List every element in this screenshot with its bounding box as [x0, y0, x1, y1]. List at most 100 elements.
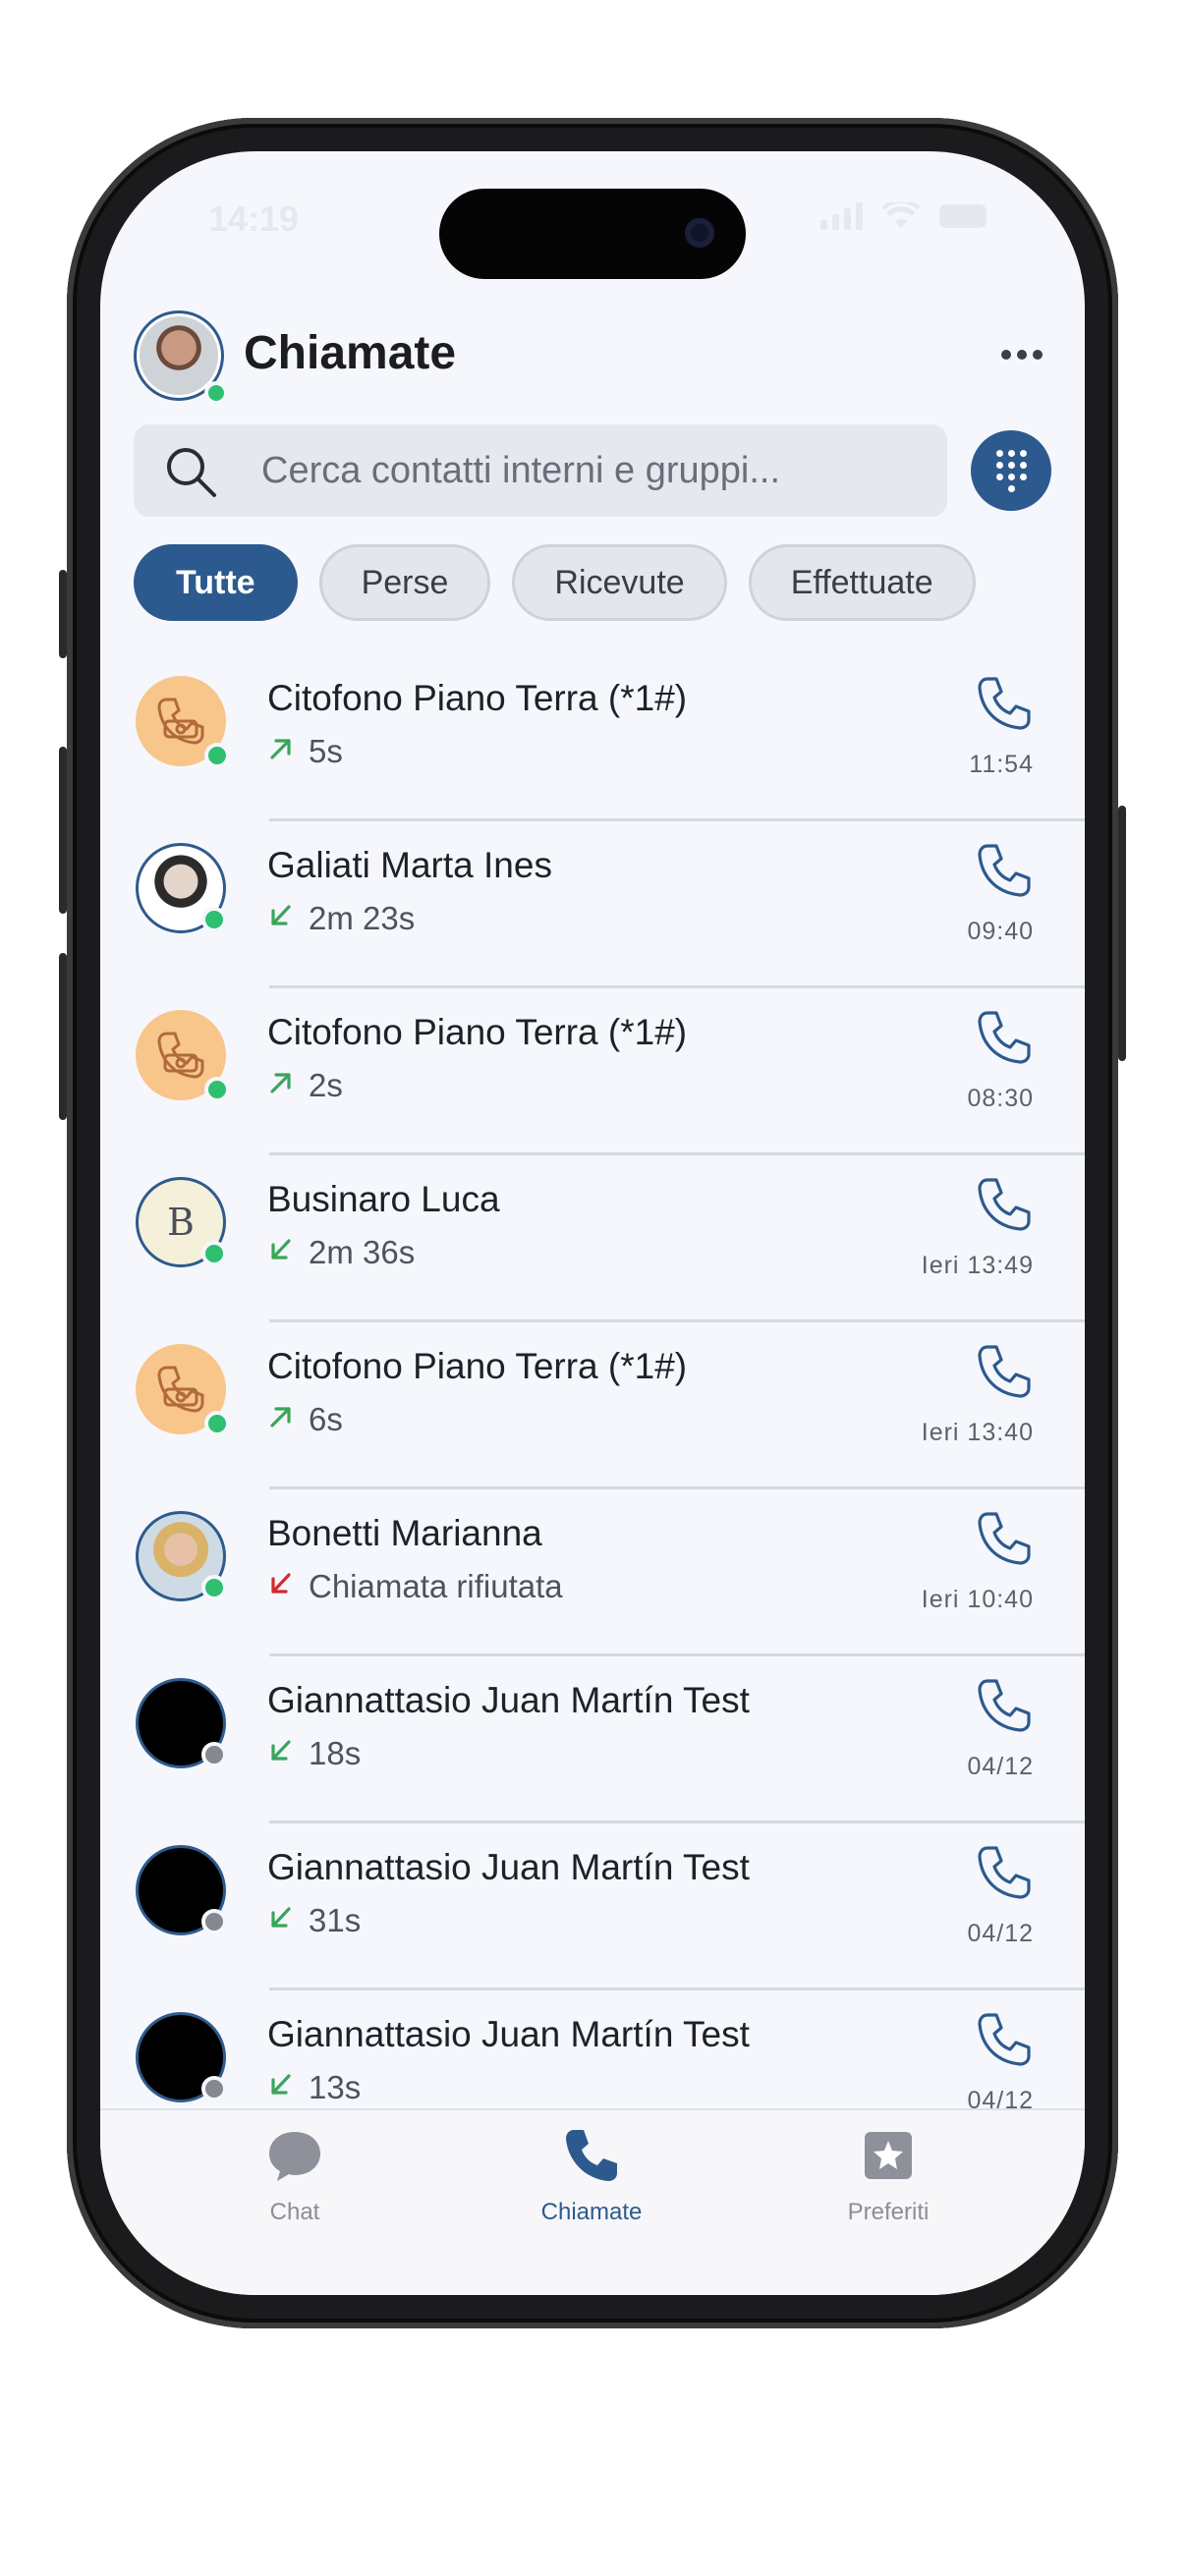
contact-avatar[interactable]: [136, 676, 230, 768]
call-duration: 13s: [309, 2069, 362, 2105]
call-back-icon[interactable]: [973, 1340, 1036, 1403]
rejected-arrow-icon: [267, 1568, 295, 1605]
filter-chips: Tutte Perse Ricevute Effettuate: [134, 544, 976, 621]
app-screen: 14:19 Chiamate Cerca contatti interni e …: [100, 151, 1085, 2295]
outgoing-arrow-icon: [267, 1067, 295, 1104]
call-back-icon[interactable]: [973, 1674, 1036, 1737]
incoming-arrow-icon: [267, 2069, 295, 2106]
call-back-icon[interactable]: [973, 1841, 1036, 1904]
call-row[interactable]: Citofono Piano Terra (*1#) 2s 08:30: [100, 988, 1085, 1155]
call-back-icon[interactable]: [973, 1173, 1036, 1236]
call-row[interactable]: Giannattasio Juan Martín Test 18s 04/12: [100, 1656, 1085, 1823]
contact-name: Citofono Piano Terra (*1#): [267, 678, 688, 718]
call-time: 04/12: [967, 2087, 1034, 2108]
signal-icon: [820, 202, 863, 230]
call-back-icon[interactable]: [973, 839, 1036, 902]
call-row[interactable]: Giannattasio Juan Martín Test 31s 04/12: [100, 1823, 1085, 1990]
tab-favorites[interactable]: Preferiti: [790, 2124, 987, 2226]
call-time: 11:54: [969, 751, 1034, 778]
call-row[interactable]: Citofono Piano Terra (*1#) 5s 11:54: [100, 654, 1085, 821]
contact-name: Citofono Piano Terra (*1#): [267, 1346, 688, 1386]
filter-all[interactable]: Tutte: [134, 544, 298, 621]
contact-avatar[interactable]: [136, 1678, 227, 1768]
call-detail: 6s: [267, 1401, 343, 1438]
dialpad-icon: [995, 449, 1027, 492]
call-duration: 6s: [309, 1401, 343, 1437]
phone-icon: [566, 2130, 617, 2181]
call-duration: 2m 36s: [309, 1234, 416, 1270]
call-time: Ieri 13:49: [921, 1252, 1034, 1279]
call-back-icon[interactable]: [973, 1507, 1036, 1570]
contact-avatar[interactable]: B: [136, 1177, 227, 1267]
status-time: 14:19: [208, 198, 300, 239]
contact-name: Citofono Piano Terra (*1#): [267, 1012, 688, 1052]
filter-missed[interactable]: Perse: [318, 544, 491, 621]
call-time: 09:40: [967, 918, 1034, 945]
more-options-icon[interactable]: [992, 330, 1051, 379]
contact-avatar[interactable]: [136, 1511, 227, 1601]
call-duration: 5s: [309, 733, 343, 769]
mute-switch: [59, 570, 67, 658]
tab-calls[interactable]: Chiamate: [493, 2124, 690, 2226]
call-row[interactable]: Citofono Piano Terra (*1#) 6s Ieri 13:40: [100, 1322, 1085, 1489]
user-avatar[interactable]: [134, 310, 228, 405]
presence-dot: [204, 1411, 230, 1436]
tab-bar: Chat Chiamate Preferiti: [100, 2108, 1085, 2295]
call-detail: 31s: [267, 1902, 361, 1939]
call-time: 08:30: [967, 1085, 1034, 1112]
filter-outgoing[interactable]: Effettuate: [748, 544, 976, 621]
call-row[interactable]: B Businaro Luca 2m 36s Ieri 13:49: [100, 1155, 1085, 1322]
camera-icon: [685, 218, 714, 248]
contact-avatar[interactable]: [136, 1344, 230, 1436]
call-back-icon[interactable]: [973, 672, 1036, 735]
call-time: Ieri 10:40: [921, 1586, 1034, 1613]
call-row[interactable]: Giannattasio Juan Martín Test 13s 04/12: [100, 1990, 1085, 2108]
presence-dot: [201, 1575, 227, 1600]
call-detail: 2m 36s: [267, 1234, 415, 1271]
call-back-icon[interactable]: [973, 2008, 1036, 2071]
tab-calls-label: Chiamate: [540, 2199, 643, 2225]
call-time: 04/12: [967, 1920, 1034, 1947]
intercom-icon: [157, 1032, 204, 1079]
phone-frame: 14:19 Chiamate Cerca contatti interni e …: [59, 118, 1126, 2328]
tab-chat[interactable]: Chat: [197, 2124, 393, 2226]
contact-name: Giannattasio Juan Martín Test: [267, 1680, 750, 1720]
call-duration: Chiamata rifiutata: [309, 1568, 563, 1604]
presence-dot: [201, 1241, 227, 1266]
tab-chat-label: Chat: [269, 2199, 320, 2225]
contact-avatar[interactable]: [136, 843, 227, 933]
contact-name: Businaro Luca: [267, 1179, 500, 1219]
call-row[interactable]: Galiati Marta Ines 2m 23s 09:40: [100, 821, 1085, 988]
presence-dot: [201, 907, 227, 932]
call-detail: 2m 23s: [267, 900, 415, 937]
call-detail: 2s: [267, 1067, 343, 1104]
dialpad-button[interactable]: [971, 430, 1051, 511]
contact-avatar[interactable]: [136, 2012, 227, 2102]
call-back-icon[interactable]: [973, 1006, 1036, 1069]
presence-dot: [201, 1742, 227, 1767]
search-icon: [167, 448, 216, 497]
contact-avatar[interactable]: [136, 1010, 230, 1102]
call-duration: 2s: [309, 1067, 343, 1103]
presence-dot: [204, 743, 230, 768]
status-icons: [820, 202, 987, 230]
outgoing-arrow-icon: [267, 1401, 295, 1438]
power-button: [1118, 806, 1126, 1061]
call-time: 04/12: [967, 1753, 1034, 1780]
outgoing-arrow-icon: [267, 733, 295, 770]
dynamic-island: [439, 189, 746, 279]
contact-avatar[interactable]: [136, 1845, 227, 1935]
call-duration: 2m 23s: [309, 900, 416, 936]
call-duration: 18s: [309, 1735, 362, 1771]
avatar-initial: B: [167, 1201, 195, 1244]
volume-up-button: [59, 747, 67, 914]
online-status-dot: [204, 381, 228, 405]
call-duration: 31s: [309, 1902, 362, 1938]
intercom-icon: [157, 698, 204, 745]
app-header: Chiamate: [134, 308, 1051, 407]
filter-received[interactable]: Ricevute: [512, 544, 727, 621]
search-input[interactable]: [261, 424, 930, 517]
page-title: Chiamate: [244, 327, 457, 379]
call-row[interactable]: Bonetti Marianna Chiamata rifiutata Ieri 1…: [100, 1489, 1085, 1656]
volume-down-button: [59, 953, 67, 1120]
